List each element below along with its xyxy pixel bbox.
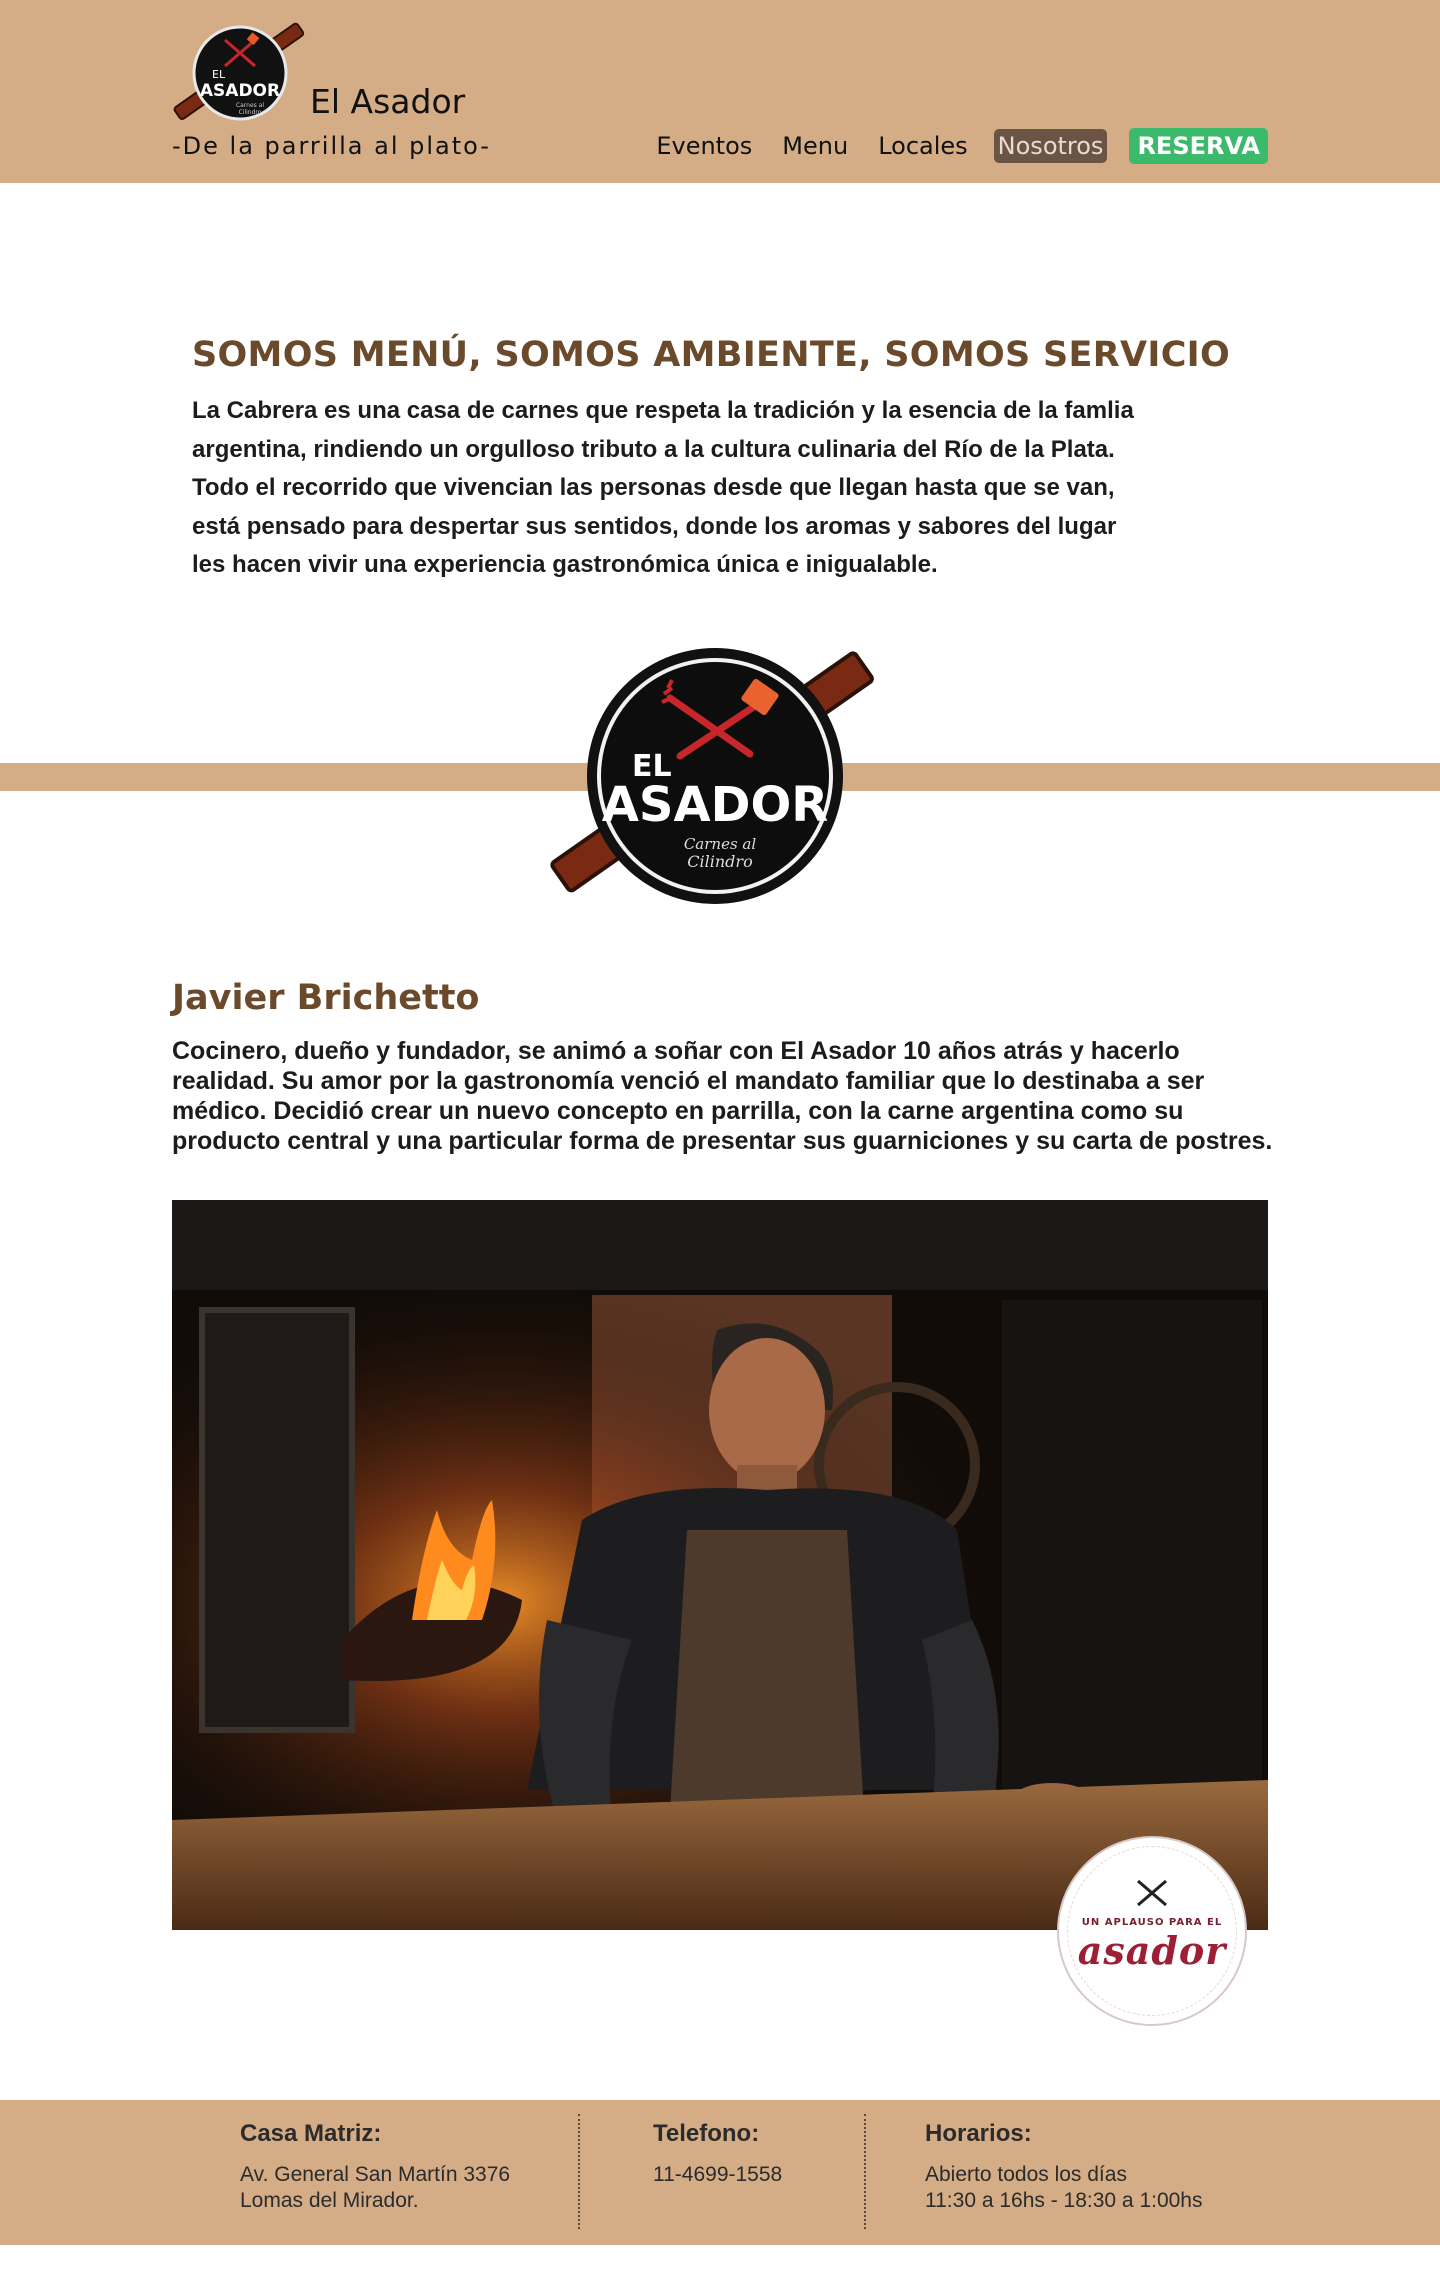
svg-text:Cilindro: Cilindro [687, 852, 752, 871]
svg-text:Cilindro: Cilindro [239, 109, 262, 116]
footer-address-title: Casa Matriz: [240, 2120, 382, 2147]
chef-photo [172, 1200, 1268, 1930]
nav-menu[interactable]: Menu [778, 129, 852, 163]
footer-address: Casa Matriz: Av. General San Martín 3376… [240, 2120, 510, 2214]
footer-divider [864, 2114, 866, 2229]
svg-text:ASADOR: ASADOR [602, 777, 828, 833]
footer-hours-line: 11:30 a 16hs - 18:30 a 1:00hs [925, 2189, 1203, 2212]
footer-divider [578, 2114, 580, 2229]
footer-phone-number[interactable]: 11-4699-1558 [653, 2162, 782, 2188]
intro-text: La Cabrera es una casa de carnes que res… [192, 397, 1134, 578]
footer-hours-title: Horarios: [925, 2120, 1032, 2147]
footer-address-line: Av. General San Martín 3376 [240, 2163, 511, 2186]
svg-text:EL: EL [212, 68, 226, 81]
nav-locales[interactable]: Locales [874, 129, 971, 163]
chef-bio: Cocinero, dueño y fundador, se animó a s… [172, 1037, 1273, 1155]
svg-text:Carnes al: Carnes al [236, 102, 264, 109]
brand-name: El Asador [310, 82, 466, 121]
footer-address-line: Lomas del Mirador. [240, 2189, 419, 2212]
site-header: EL ASADOR Carnes al Cilindro El Asador -… [0, 0, 1440, 183]
badge-ring [1067, 1846, 1237, 2016]
nav-nosotros[interactable]: Nosotros [993, 129, 1108, 163]
aplauso-badge: UN APLAUSO PARA EL asador [1057, 1836, 1247, 2026]
svg-text:ASADOR: ASADOR [200, 81, 280, 101]
tagline: -De la parrilla al plato- [172, 132, 491, 160]
el-asador-logo[interactable]: EL ASADOR Carnes al Cilindro [170, 18, 310, 128]
footer-hours-line: Abierto todos los días [925, 2163, 1127, 2186]
svg-text:Carnes al: Carnes al [684, 835, 757, 853]
el-asador-logo-large: EL ASADOR Carnes al Cilindro [550, 648, 874, 904]
footer-phone-title: Telefono: [653, 2120, 760, 2147]
site-footer: Casa Matriz: Av. General San Martín 3376… [0, 2100, 1440, 2245]
main-nav: Eventos Menu Locales Nosotros RESERVA [630, 128, 1268, 164]
footer-hours: Horarios: Abierto todos los días 11:30 a… [925, 2120, 1203, 2214]
footer-phone: Telefono: 11-4699-1558 [653, 2120, 782, 2188]
nav-eventos[interactable]: Eventos [652, 129, 756, 163]
chef-name: Javier Brichetto [172, 978, 480, 1018]
intro-title: SOMOS MENÚ, SOMOS AMBIENTE, SOMOS SERVIC… [192, 335, 1231, 375]
reserve-button[interactable]: RESERVA [1129, 128, 1268, 164]
